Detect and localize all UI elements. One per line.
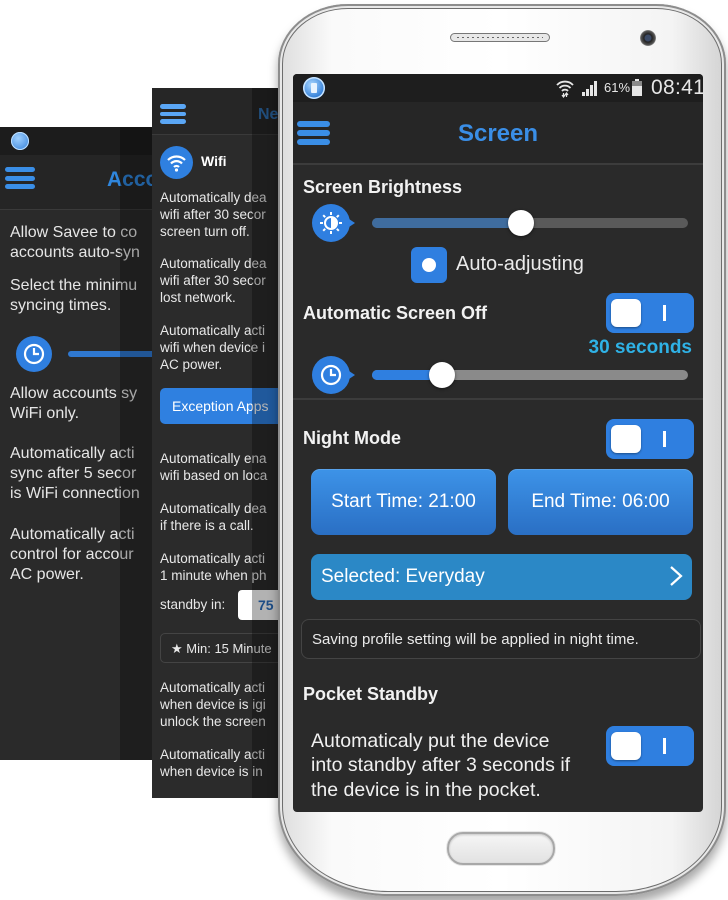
- clock-icon: [16, 336, 52, 372]
- front-camera: [640, 30, 656, 46]
- screen-off-title: Automatic Screen Off: [303, 303, 488, 323]
- text-line: Automatically acti: [160, 747, 266, 762]
- night-mode-info: Saving profile setting will be applied i…: [301, 619, 701, 659]
- screen-off-toggle[interactable]: [606, 293, 694, 333]
- pocket-standby-description: the device is in the pocket.: [311, 779, 541, 801]
- menu-icon[interactable]: [5, 167, 35, 189]
- app-notification-icon: [303, 77, 325, 99]
- text-line: Automatically acti: [160, 680, 266, 695]
- pocket-standby-description: Automaticaly put the device: [311, 730, 550, 752]
- background-screen-network: Ne Wifi Automatically dea wifi after 30 …: [152, 88, 280, 798]
- standby-label: standby in:: [160, 597, 226, 612]
- brightness-slider-fill: [372, 218, 521, 228]
- background-screen-accounts: Acco Allow Savee to co accounts auto-syn…: [0, 127, 160, 760]
- text-line: Automatically acti: [10, 526, 135, 543]
- selected-days-button[interactable]: Selected: Everyday: [311, 554, 692, 600]
- home-button[interactable]: [447, 832, 555, 865]
- page-title: Screen: [457, 120, 539, 147]
- brightness-slider[interactable]: [372, 210, 688, 236]
- text-line: Automatically dea: [160, 256, 267, 271]
- shadow-overlay: [252, 88, 280, 798]
- star-icon: ★: [171, 641, 183, 656]
- app-icon: [11, 132, 29, 150]
- text-line: Automatically acti: [160, 551, 266, 566]
- text-line: Automatically acti: [10, 445, 135, 462]
- signal-icon: [581, 80, 599, 96]
- text-line: Automatically dea: [160, 190, 267, 205]
- text-line: Automatically acti: [160, 323, 266, 338]
- text-line: Automatically ena: [160, 451, 267, 466]
- wifi-status-icon: [555, 78, 575, 98]
- brightness-slider-knob[interactable]: [507, 210, 534, 236]
- text-line: when device is igi: [160, 697, 266, 712]
- screen-off-slider-knob[interactable]: [428, 362, 455, 388]
- clock-icon: [312, 356, 355, 394]
- wifi-section-label: Wifi: [201, 153, 227, 169]
- night-mode-toggle[interactable]: [606, 419, 694, 459]
- auto-adjusting-checkbox[interactable]: [411, 247, 447, 283]
- text-line: when device is in: [160, 764, 263, 779]
- screen-off-slider[interactable]: [372, 362, 688, 388]
- start-time-button[interactable]: Start Time: 21:00: [311, 469, 496, 535]
- text-line: syncing times.: [10, 297, 112, 314]
- text-line: Select the minimu: [10, 277, 138, 294]
- text-line: if there is a call.: [160, 518, 254, 533]
- text-line: Allow Savee to co: [10, 224, 138, 241]
- wifi-icon: [160, 146, 193, 179]
- text-line: wifi after 30 secor: [160, 207, 266, 222]
- main-screen: 61% 08:41 Screen Screen Brightness Auto-…: [293, 74, 703, 812]
- text-line: screen turn off.: [160, 224, 250, 239]
- text-line: sync after 5 secor: [10, 465, 137, 482]
- text-line: WiFi only.: [10, 405, 80, 422]
- menu-icon[interactable]: [160, 104, 186, 126]
- battery-icon: [632, 79, 642, 96]
- auto-adjusting-label: Auto-adjusting: [456, 253, 584, 275]
- selected-days-label: Selected: Everyday: [321, 566, 485, 587]
- text-line: control for accour: [10, 546, 134, 563]
- clock-time: 08:41: [651, 76, 703, 99]
- pocket-standby-description: into standby after 3 seconds if: [311, 754, 571, 776]
- text-line: AC power.: [160, 357, 223, 372]
- chevron-right-icon: [670, 566, 683, 586]
- screen-off-value: 30 seconds: [588, 337, 693, 358]
- speaker-grille: [450, 33, 550, 42]
- night-mode-title: Night Mode: [303, 428, 401, 448]
- text-line: wifi after 30 secor: [160, 273, 266, 288]
- battery-percent: 61%: [604, 80, 631, 95]
- text-line: AC power.: [10, 566, 84, 583]
- brightness-icon: [312, 204, 355, 242]
- text-line: Automatically dea: [160, 501, 267, 516]
- pocket-standby-toggle[interactable]: [606, 726, 694, 766]
- text-line: 1 minute when ph: [160, 568, 267, 583]
- end-time-button[interactable]: End Time: 06:00: [508, 469, 693, 535]
- text-line: lost network.: [160, 290, 236, 305]
- brightness-title: Screen Brightness: [303, 177, 463, 197]
- pocket-standby-title: Pocket Standby: [303, 684, 439, 704]
- text-line: wifi when device i: [160, 340, 266, 355]
- divider: [293, 398, 703, 400]
- text-line: unlock the screen: [160, 714, 266, 729]
- text-line: Allow accounts sy: [10, 385, 138, 402]
